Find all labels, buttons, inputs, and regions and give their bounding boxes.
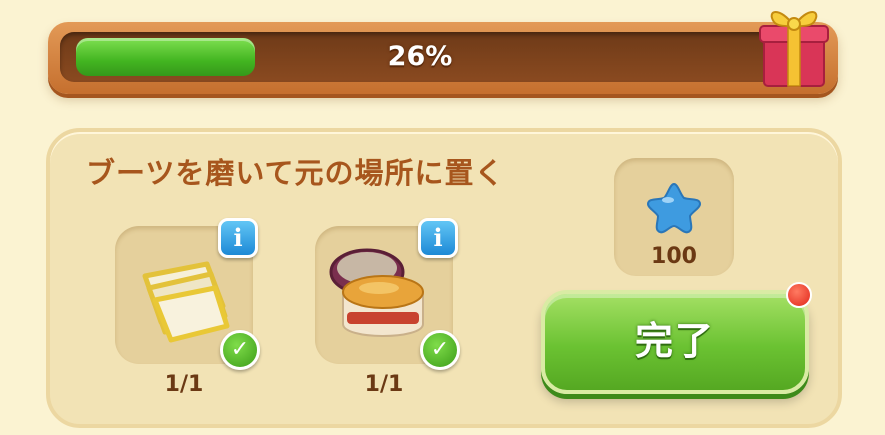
check-icon: ✓ bbox=[420, 330, 460, 370]
item-info-button-cloth[interactable]: i bbox=[218, 218, 258, 258]
reward-amount: 100 bbox=[651, 244, 697, 269]
progress-bar: 26% bbox=[60, 32, 780, 82]
task-title: ブーツを磨いて元の場所に置く bbox=[86, 156, 505, 190]
notification-dot bbox=[786, 282, 812, 308]
progress-percent-label: 26% bbox=[387, 41, 453, 72]
item-count-polish: 1/1 bbox=[364, 372, 404, 397]
gift-box-icon[interactable] bbox=[752, 0, 832, 92]
item-info-button-polish[interactable]: i bbox=[418, 218, 458, 258]
complete-button[interactable]: 完了 bbox=[541, 290, 809, 394]
blue-star-icon bbox=[646, 182, 702, 234]
item-count-cloth: 1/1 bbox=[164, 372, 204, 397]
check-icon: ✓ bbox=[220, 330, 260, 370]
